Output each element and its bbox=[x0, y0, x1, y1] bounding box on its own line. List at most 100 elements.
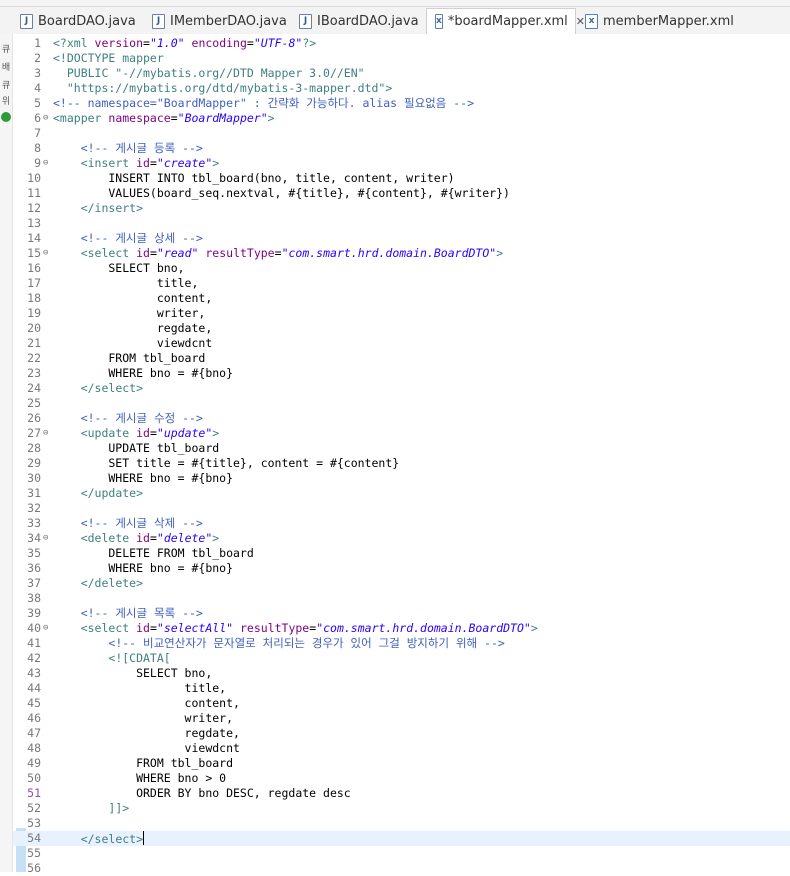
line-number: 30 bbox=[27, 471, 41, 485]
code-line[interactable]: 10 INSERT INTO tbl_board(bno, title, con… bbox=[13, 171, 790, 186]
code-line[interactable]: 22 FROM tbl_board bbox=[13, 351, 790, 366]
fold-toggle-icon[interactable]: ⊖ bbox=[43, 531, 48, 546]
code-line[interactable]: 43 SELECT bno, bbox=[13, 666, 790, 681]
code-line[interactable]: 34 ⊖ <delete id="delete"> bbox=[13, 531, 790, 546]
code-line[interactable]: 19 writer, bbox=[13, 306, 790, 321]
fold-toggle-icon[interactable]: ⊖ bbox=[43, 111, 48, 126]
code-line[interactable]: 54 </select> bbox=[13, 831, 790, 846]
code-line[interactable]: 40 ⊖ <select id="selectAll" resultType="c… bbox=[13, 621, 790, 636]
code-line[interactable]: 46 writer, bbox=[13, 711, 790, 726]
code-line[interactable]: 33 <!-- 게시글 삭제 --> bbox=[13, 516, 790, 531]
code-line[interactable]: 32 bbox=[13, 501, 790, 516]
fold-toggle-icon[interactable]: ⊖ bbox=[43, 156, 48, 171]
code-line[interactable]: 6 ⊖ <mapper namespace="BoardMapper"> bbox=[13, 111, 790, 126]
code-token: id bbox=[136, 426, 150, 440]
code-line[interactable]: 42 <![CDATA[ bbox=[13, 651, 790, 666]
code-line[interactable]: 15 ⊖ <select id="read" resultType="com.sm… bbox=[13, 246, 790, 261]
line-number: 39 bbox=[27, 606, 41, 620]
xml-file-icon: x bbox=[435, 14, 443, 29]
line-number: 45 bbox=[27, 696, 41, 710]
run-status-icon[interactable] bbox=[1, 112, 11, 122]
tab-boarddao-java[interactable]: J BoardDAO.java bbox=[20, 8, 136, 34]
tab-boardmapper-xml[interactable]: x *boardMapper.xml ✕ bbox=[426, 8, 585, 34]
tab-iboarddao-java[interactable]: J IBoardDAO.java bbox=[299, 8, 419, 34]
tab-label: memberMapper.xml bbox=[603, 13, 734, 29]
code-line[interactable]: 49 FROM tbl_board bbox=[13, 756, 790, 771]
code-line[interactable]: 18 content, bbox=[13, 291, 790, 306]
xml-editor[interactable]: 1 <?xml version="1.0" encoding="UTF-8"?> 2… bbox=[13, 34, 790, 875]
fold-toggle-icon[interactable]: ⊖ bbox=[43, 426, 48, 441]
code-line[interactable]: 35 DELETE FROM tbl_board bbox=[13, 546, 790, 561]
code-token: "https://mybatis.org/dtd/mybatis-3-mappe… bbox=[53, 81, 393, 95]
code-line[interactable]: 24 </select> bbox=[13, 381, 790, 396]
trim-item[interactable]: 큐 bbox=[0, 78, 12, 91]
code-line[interactable]: 36 WHERE bno = #{bno} bbox=[13, 561, 790, 576]
code-line[interactable]: 50 WHERE bno > 0 bbox=[13, 771, 790, 786]
code-line[interactable]: 38 bbox=[13, 591, 790, 606]
code-line[interactable]: 9 ⊖ <insert id="create"> bbox=[13, 156, 790, 171]
code-line[interactable]: 51 ORDER BY bno DESC, regdate desc bbox=[13, 786, 790, 801]
code-line[interactable]: 5 <!-- namespace="BoardMapper" : 간략화 가능하다… bbox=[13, 96, 790, 111]
code-line[interactable]: 17 title, bbox=[13, 276, 790, 291]
line-number: 7 bbox=[34, 126, 41, 140]
code-line[interactable]: 26 <!-- 게시글 수정 --> bbox=[13, 411, 790, 426]
code-token: WHERE bno = #{bno} bbox=[53, 471, 234, 485]
code-text: SET title = #{title}, content = #{conten… bbox=[53, 456, 399, 471]
tab-bar-divider bbox=[0, 6, 790, 7]
fold-toggle-icon[interactable]: ⊖ bbox=[43, 246, 48, 261]
code-token: = bbox=[170, 111, 178, 125]
code-token: </select> bbox=[80, 832, 144, 846]
close-tab-icon[interactable]: ✕ bbox=[576, 15, 585, 28]
code-line[interactable]: 16 SELECT bno, bbox=[13, 261, 790, 276]
java-file-icon: J bbox=[20, 13, 33, 29]
code-line[interactable]: 47 regdate, bbox=[13, 726, 790, 741]
tab-imemberdao-java[interactable]: J IMemberDAO.java bbox=[152, 8, 287, 34]
code-line[interactable]: 31 </update> bbox=[13, 486, 790, 501]
code-line[interactable]: 25 bbox=[13, 396, 790, 411]
code-line[interactable]: 14 <!-- 게시글 상세 --> bbox=[13, 231, 790, 246]
code-line[interactable]: 53 bbox=[13, 816, 790, 831]
line-number: 12 bbox=[27, 201, 41, 215]
code-line[interactable]: 45 content, bbox=[13, 696, 790, 711]
code-line[interactable]: 4 "https://mybatis.org/dtd/mybatis-3-map… bbox=[13, 81, 790, 96]
code-line[interactable]: 37 </delete> bbox=[13, 576, 790, 591]
code-token: = bbox=[149, 246, 157, 260]
code-text: viewdcnt bbox=[53, 336, 212, 351]
line-number: 11 bbox=[27, 186, 41, 200]
code-line[interactable]: 12 </insert> bbox=[13, 201, 790, 216]
fold-toggle-icon[interactable]: ⊖ bbox=[43, 621, 48, 636]
code-line[interactable]: 7 bbox=[13, 126, 790, 141]
code-line[interactable]: 52 ]]> bbox=[13, 801, 790, 816]
tab-membermapper-xml[interactable]: x memberMapper.xml bbox=[585, 8, 734, 34]
code-line[interactable]: 1 <?xml version="1.0" encoding="UTF-8"?> bbox=[13, 36, 790, 51]
left-trim-bar: 큐 배 큐 위 bbox=[0, 34, 13, 872]
code-line[interactable]: 44 title, bbox=[13, 681, 790, 696]
code-line[interactable]: 30 WHERE bno = #{bno} bbox=[13, 471, 790, 486]
code-line[interactable]: 29 SET title = #{title}, content = #{con… bbox=[13, 456, 790, 471]
code-line[interactable]: 11 VALUES(board_seq.nextval, #{title}, #… bbox=[13, 186, 790, 201]
code-line[interactable]: 13 bbox=[13, 216, 790, 231]
code-line[interactable]: 8 <!-- 게시글 등록 --> bbox=[13, 141, 790, 156]
code-line[interactable]: 28 UPDATE tbl_board bbox=[13, 441, 790, 456]
code-token: "create" bbox=[156, 156, 213, 170]
code-line[interactable]: 39 <!-- 게시글 목록 --> bbox=[13, 606, 790, 621]
line-number: 28 bbox=[27, 441, 41, 455]
code-line[interactable]: 21 viewdcnt bbox=[13, 336, 790, 351]
code-line[interactable]: 3 PUBLIC "-//mybatis.org//DTD Mapper 3.0… bbox=[13, 66, 790, 81]
trim-item[interactable]: 위 bbox=[0, 94, 12, 107]
code-line[interactable]: 23 WHERE bno = #{bno} bbox=[13, 366, 790, 381]
code-line[interactable]: 20 regdate, bbox=[13, 321, 790, 336]
trim-item[interactable]: 배 bbox=[0, 60, 12, 73]
code-line[interactable]: 27 ⊖ <update id="update"> bbox=[13, 426, 790, 441]
code-line[interactable]: 56 bbox=[13, 861, 790, 876]
code-line[interactable]: 55 bbox=[13, 846, 790, 861]
code-line[interactable]: 48 viewdcnt bbox=[13, 741, 790, 756]
code-token: <!-- 비교연산자가 문자열로 처리되는 경우가 있어 그걸 방지하기 위해 … bbox=[108, 636, 505, 650]
code-line[interactable]: 41 <!-- 비교연산자가 문자열로 처리되는 경우가 있어 그걸 방지하기 … bbox=[13, 636, 790, 651]
code-line[interactable]: 2 <!DOCTYPE mapper bbox=[13, 51, 790, 66]
trim-item[interactable]: 큐 bbox=[0, 42, 12, 55]
